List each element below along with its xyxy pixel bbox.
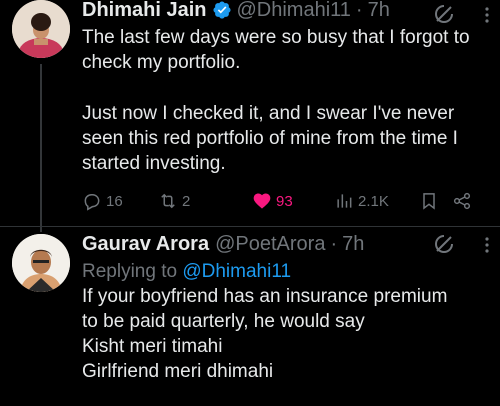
views-icon — [337, 194, 352, 208]
separator-dot: · — [330, 232, 338, 255]
tweet-text-line: Kisht meri timahi — [82, 336, 223, 357]
tweet-text-line: started investing. — [82, 153, 226, 174]
grok-icon[interactable] — [432, 2, 456, 26]
timeline: Dhimahi Jain @Dhimahi11 · 7h The last fe… — [0, 0, 500, 406]
tweet-text-line: The last few days were so busy that I fo… — [82, 27, 470, 48]
tweet-text-line: seen this red portfolio of mine from the… — [82, 128, 458, 149]
display-name[interactable]: Gaurav Arora — [82, 233, 209, 256]
separator-dot: · — [355, 0, 363, 21]
handle[interactable]: @Dhimahi11 — [236, 0, 350, 22]
avatar[interactable] — [12, 0, 70, 58]
tweet-divider — [0, 226, 500, 227]
handle[interactable]: @PoetArora — [215, 233, 325, 256]
verified-badge-icon[interactable] — [212, 0, 232, 20]
avatar-image — [12, 0, 70, 58]
replying-label: Replying to — [82, 261, 178, 282]
tweet-text: The last few days were so busy that I fo… — [82, 25, 490, 176]
reply-button[interactable]: 16 — [82, 188, 123, 214]
repost-button[interactable]: 2 — [158, 188, 190, 214]
grok-icon[interactable] — [432, 232, 456, 256]
tweet-text: Replying to @Dhimahi11 If your boyfriend… — [82, 259, 490, 384]
thread-line — [40, 64, 42, 232]
timestamp[interactable]: 7h — [368, 0, 390, 22]
tweet-text-line: If your boyfriend has an insurance premi… — [82, 286, 448, 307]
tweet-dhimahi[interactable]: Dhimahi Jain @Dhimahi11 · 7h The last fe… — [0, 0, 500, 232]
share-button[interactable] — [452, 188, 472, 214]
tweet-header: Gaurav Arora @PoetArora · 7h — [82, 231, 492, 257]
tweet-text-line: to be paid quarterly, he would say — [82, 311, 365, 332]
tweet-header: Dhimahi Jain @Dhimahi11 · 7h — [82, 0, 492, 23]
tweet-gaurav[interactable]: Gaurav Arora @PoetArora · 7h Replying to… — [0, 228, 500, 406]
reply-icon — [84, 194, 100, 211]
like-count: 93 — [276, 192, 293, 210]
tweet-text-line: check my portfolio. — [82, 52, 241, 73]
share-icon — [453, 192, 471, 210]
views-button[interactable]: 2.1K — [334, 188, 389, 214]
like-button[interactable]: 93 — [252, 188, 293, 214]
tweet-text-line: Just now I checked it, and I swear I've … — [82, 103, 455, 124]
bookmark-button[interactable] — [419, 188, 439, 214]
replying-line: Replying to @Dhimahi11 — [82, 259, 490, 284]
more-icon[interactable] — [484, 6, 490, 24]
avatar-image — [12, 234, 70, 292]
repost-count: 2 — [182, 192, 191, 210]
more-icon[interactable] — [484, 236, 490, 254]
action-bar: 16 2 93 2.1K — [82, 188, 490, 214]
mention-link[interactable]: @Dhimahi11 — [182, 261, 291, 282]
view-count: 2.1K — [358, 192, 389, 210]
timestamp[interactable]: 7h — [342, 233, 364, 256]
tweet-text-line: Girlfriend meri dhimahi — [82, 361, 274, 382]
bookmark-icon — [423, 193, 435, 210]
retweet-icon — [161, 193, 175, 209]
reply-count: 16 — [106, 192, 123, 210]
avatar[interactable] — [12, 234, 70, 292]
like-icon — [253, 193, 271, 209]
display-name[interactable]: Dhimahi Jain — [82, 0, 206, 22]
